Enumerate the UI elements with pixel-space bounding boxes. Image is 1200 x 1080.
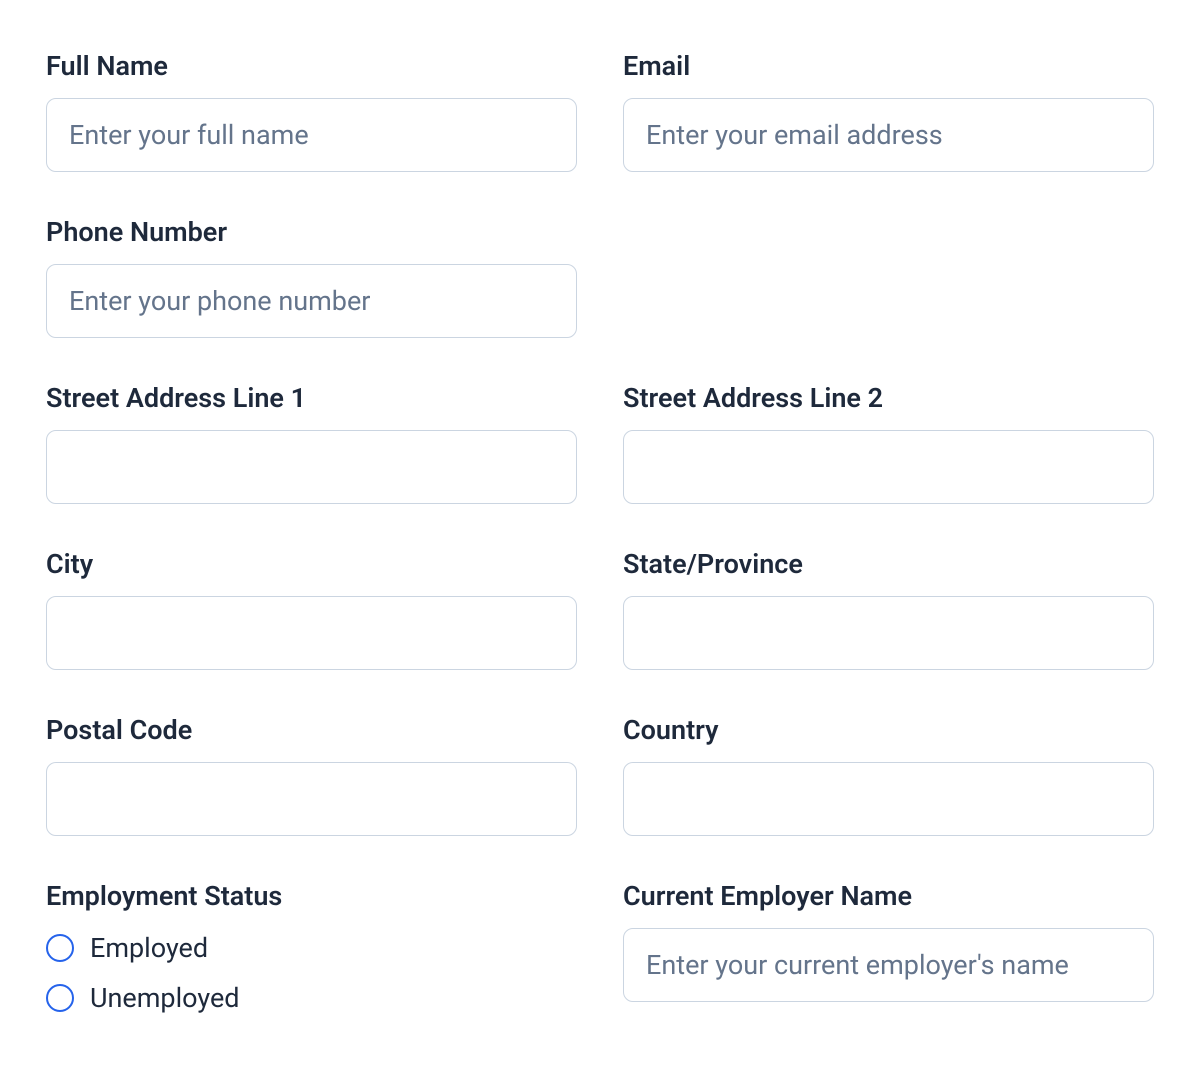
radio-option-unemployed[interactable]: Unemployed [46, 982, 577, 1014]
field-employer-name: Current Employer Name [623, 880, 1154, 1014]
form-container: Full Name Email Phone Number Street Addr… [46, 50, 1154, 1014]
radio-label-unemployed: Unemployed [90, 982, 240, 1014]
field-employment-status: Employment Status Employed Unemployed [46, 880, 577, 1014]
employment-status-label: Employment Status [46, 880, 577, 912]
radio-label-employed: Employed [90, 932, 208, 964]
email-input[interactable] [623, 98, 1154, 172]
state-label: State/Province [623, 548, 1154, 580]
radio-circle-icon [46, 934, 74, 962]
field-street2: Street Address Line 2 [623, 382, 1154, 504]
field-state: State/Province [623, 548, 1154, 670]
phone-label: Phone Number [46, 216, 577, 248]
field-city: City [46, 548, 577, 670]
field-full-name: Full Name [46, 50, 577, 172]
city-label: City [46, 548, 577, 580]
city-input[interactable] [46, 596, 577, 670]
radio-option-employed[interactable]: Employed [46, 932, 577, 964]
radio-circle-icon [46, 984, 74, 1012]
field-email: Email [623, 50, 1154, 172]
street2-input[interactable] [623, 430, 1154, 504]
employment-status-radio-group: Employed Unemployed [46, 932, 577, 1014]
postal-label: Postal Code [46, 714, 577, 746]
field-street1: Street Address Line 1 [46, 382, 577, 504]
full-name-input[interactable] [46, 98, 577, 172]
spacer [623, 216, 1154, 338]
employer-name-label: Current Employer Name [623, 880, 1154, 912]
street1-label: Street Address Line 1 [46, 382, 577, 414]
full-name-label: Full Name [46, 50, 577, 82]
employer-name-input[interactable] [623, 928, 1154, 1002]
country-input[interactable] [623, 762, 1154, 836]
email-label: Email [623, 50, 1154, 82]
field-country: Country [623, 714, 1154, 836]
field-phone: Phone Number [46, 216, 577, 338]
postal-input[interactable] [46, 762, 577, 836]
country-label: Country [623, 714, 1154, 746]
field-postal: Postal Code [46, 714, 577, 836]
street1-input[interactable] [46, 430, 577, 504]
state-input[interactable] [623, 596, 1154, 670]
phone-input[interactable] [46, 264, 577, 338]
street2-label: Street Address Line 2 [623, 382, 1154, 414]
